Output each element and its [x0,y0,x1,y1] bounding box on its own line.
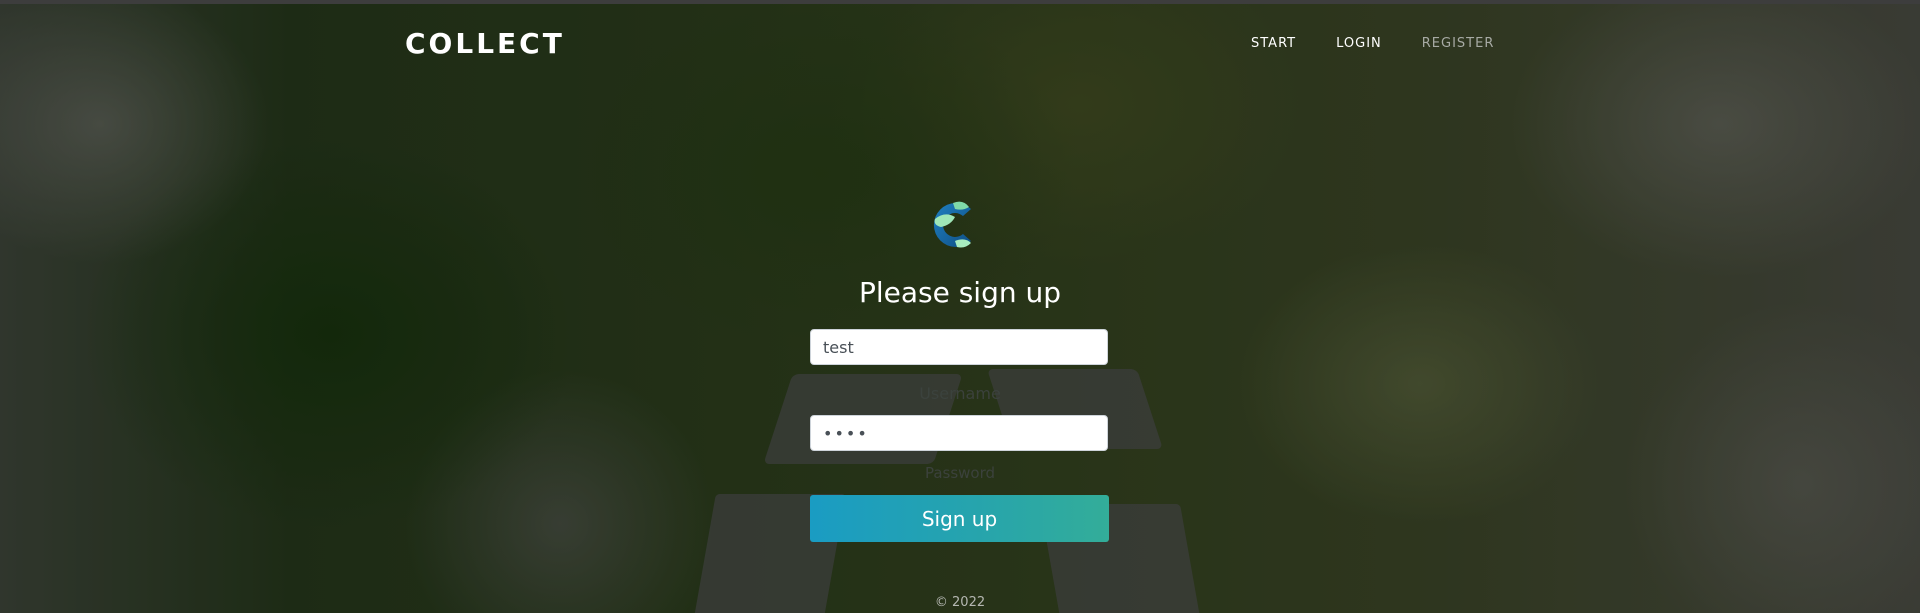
nav-link-login[interactable]: LOGIN [1336,36,1382,51]
nav-link-start[interactable]: START [1251,36,1296,51]
top-nav: START LOGIN REGISTER [1251,36,1494,51]
footer-copyright: © 2022 [934,595,986,610]
username-label: Username [919,384,1001,403]
password-label: Password [924,464,996,482]
username-input[interactable] [810,329,1108,365]
collect-logo-icon [933,201,971,248]
page-title: Please sign up [858,276,1062,309]
brand-logo-text[interactable]: COLLECT [405,27,565,60]
nav-link-register[interactable]: REGISTER [1422,36,1495,51]
sign-up-button[interactable]: Sign up [810,495,1109,542]
password-input[interactable] [810,415,1108,451]
